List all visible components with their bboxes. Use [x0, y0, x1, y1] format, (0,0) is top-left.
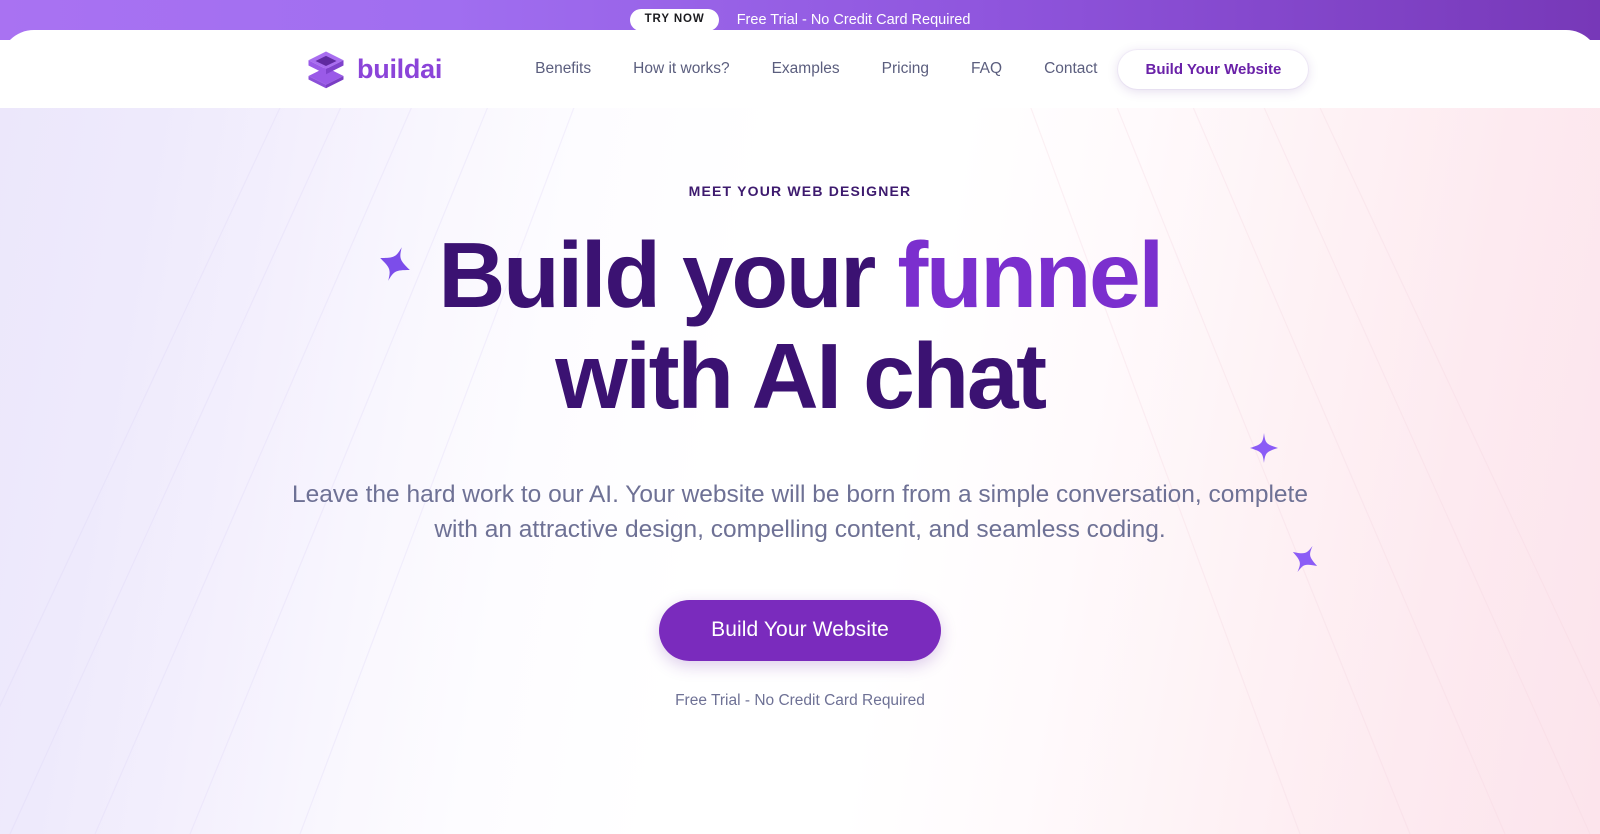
hero-section: MEET YOUR WEB DESIGNER Build your funnel…	[0, 105, 1600, 834]
site-header: buildai Benefits How it works? Examples …	[0, 30, 1600, 108]
nav-item-pricing[interactable]: Pricing	[861, 53, 950, 85]
hero-subheading: Leave the hard work to our AI. Your webs…	[292, 480, 1308, 543]
nav-item-how-it-works[interactable]: How it works?	[612, 53, 750, 85]
sparkle-right-upper-icon	[1250, 433, 1278, 463]
sparkle-right-lower-icon	[1292, 546, 1318, 572]
hero-content: MEET YOUR WEB DESIGNER Build your funnel…	[0, 105, 1600, 834]
nav-item-faq[interactable]: FAQ	[950, 53, 1023, 85]
try-now-pill[interactable]: TRY NOW	[629, 9, 719, 31]
hero-headline: Build your funnel with AI chat	[438, 223, 1164, 429]
landing-page: TRY NOW Free Trial - No Credit Card Requ…	[0, 0, 1600, 834]
hero-build-your-website-button[interactable]: Build Your Website	[659, 600, 941, 662]
nav-item-benefits[interactable]: Benefits	[514, 53, 612, 85]
headline-accent-text: funnel	[897, 223, 1164, 327]
nav-item-examples[interactable]: Examples	[751, 53, 861, 85]
stacked-cube-logo-icon	[308, 51, 344, 89]
hero-trial-note: Free Trial - No Credit Card Required	[675, 692, 925, 710]
logo-wordmark: buildai	[357, 53, 443, 84]
sparkle-left-icon	[380, 247, 410, 281]
headline-line-1: Build your funnel	[438, 223, 1164, 327]
header-inner: buildai Benefits How it works? Examples …	[0, 30, 1600, 108]
hero-eyebrow: MEET YOUR WEB DESIGNER	[688, 183, 912, 199]
headline-plain-text: Build your	[438, 223, 898, 327]
header-build-your-website-button[interactable]: Build Your Website	[1118, 49, 1309, 89]
promo-banner-message: Free Trial - No Credit Card Required	[736, 12, 971, 28]
nav-item-contact[interactable]: Contact	[1023, 53, 1118, 85]
main-nav: Benefits How it works? Examples Pricing …	[514, 53, 1118, 85]
logo[interactable]: buildai	[305, 48, 442, 90]
headline-line-2: with AI chat	[555, 324, 1047, 429]
